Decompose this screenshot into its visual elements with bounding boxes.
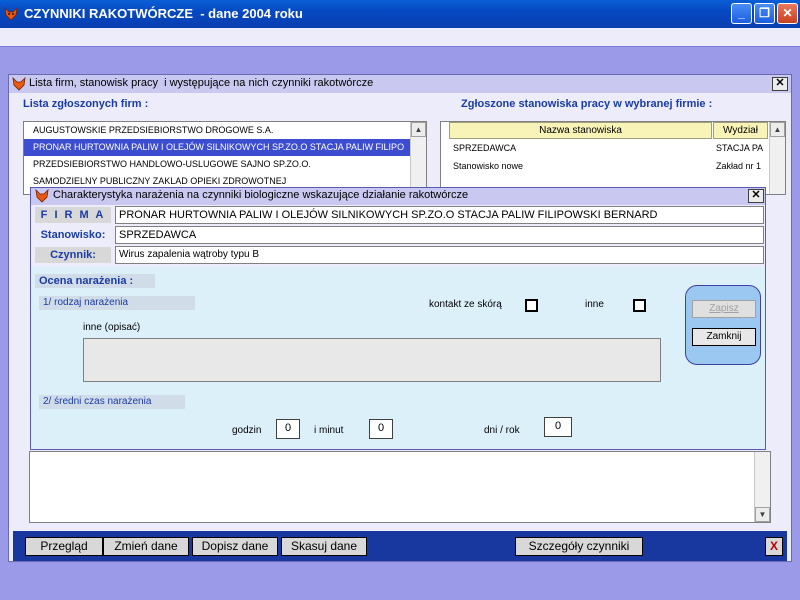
other-describe-textarea[interactable] [83,338,661,382]
fox-logo-icon [4,7,18,21]
minutes-input[interactable]: 0 [369,419,393,439]
avg-time-label: 2/ średni czas narażenia [39,395,185,409]
position-field[interactable]: SPRZEDAWCA [115,226,764,244]
firm-list-item[interactable]: PRZEDSIEBIORSTWO HANDLOWO-USLUGOWE SAJNO… [24,156,410,173]
menu-bar [0,28,800,46]
exposure-type-label: 1/ rodzaj narażenia [39,296,195,310]
menu-divider [0,46,800,47]
firma-label: F I R M A [35,207,111,223]
positions-table[interactable]: Nazwa stanowiska Wydział SPRZEDAWCA STAC… [440,121,786,195]
days-input[interactable]: 0 [544,417,572,437]
app-title: CZYNNIKI RAKOTWÓRCZE - dane 2004 roku [24,6,303,21]
exposure-dialog-close-button[interactable]: ✕ [748,189,764,203]
positions-label: Zgłoszone stanowiska pracy w wybranej fi… [461,98,713,110]
skin-contact-checkbox[interactable] [525,299,538,312]
days-label: dni / rok [484,425,520,436]
restore-button[interactable]: ❐ [754,3,775,24]
main-title-bar: CZYNNIKI RAKOTWÓRCZE - dane 2004 roku _ … [0,0,800,28]
skin-contact-label: kontakt ze skórą [429,299,502,310]
firm-list-label: Lista zgłoszonych firm : [23,98,149,110]
hours-input[interactable]: 0 [276,419,300,439]
preview-button[interactable]: Przegląd [25,537,103,556]
exposure-dialog-title-bar: Charakterystyka narażenia na czynniki bi… [31,188,765,205]
position-label: Stanowisko: [40,229,106,241]
add-data-button[interactable]: Dopisz dane [192,537,278,556]
position-name-cell[interactable]: SPRZEDAWCA [453,140,711,157]
firms-dialog-close-button[interactable]: ✕ [772,77,788,91]
exposure-dialog: Charakterystyka narażenia na czynniki bi… [30,187,766,450]
firm-list-item[interactable]: AUGUSTOWSKIE PRZEDSIEBIORSTWO DROGOWE S.… [24,122,410,139]
position-dept-cell[interactable]: STACJA PA [716,140,768,157]
exposure-header: F I R M A PRONAR HURTOWNIA PALIW I OLEJÓ… [31,205,765,267]
scroll-up-arrow-icon[interactable]: ▲ [411,122,426,137]
factors-grid[interactable]: ▼ [29,451,771,523]
action-bar: Przegląd Zmień dane Dopisz dane Skasuj d… [13,531,787,561]
exposure-dialog-title: Charakterystyka narażenia na czynniki bi… [53,189,469,201]
close-button[interactable]: Zamknij [692,328,756,346]
close-app-button[interactable]: ✕ [777,3,798,24]
column-header-department[interactable]: Wydział [713,122,768,139]
firma-field[interactable]: PRONAR HURTOWNIA PALIW I OLEJÓW SILNIKOW… [115,206,764,224]
scroll-down-arrow-icon[interactable]: ▼ [755,507,770,522]
position-name-cell[interactable]: Stanowisko nowe [453,158,711,175]
other-checkbox[interactable] [633,299,646,312]
firm-list[interactable]: AUGUSTOWSKIE PRZEDSIEBIORSTWO DROGOWE S.… [23,121,427,195]
position-dept-cell[interactable]: Zakład nr 1 [716,158,768,175]
firms-dialog-title-bar: Lista firm, stanowisk pracy i występując… [9,75,791,93]
close-x-button[interactable]: X [765,537,783,556]
assessment-label: Ocena narażenia : [35,274,155,288]
firm-list-scrollbar[interactable]: ▲ [410,122,426,194]
fox-logo-icon [12,77,26,91]
actions-group: Zapisz Zamknij [685,285,761,365]
minimize-button[interactable]: _ [731,3,752,24]
factor-field[interactable]: Wirus zapalenia wątroby typu B [115,246,764,264]
factor-label: Czynnik: [35,247,111,263]
positions-scrollbar[interactable]: ▲ [769,122,785,194]
change-data-button[interactable]: Zmień dane [103,537,189,556]
firm-list-item-selected[interactable]: PRONAR HURTOWNIA PALIW I OLEJÓW SILNIKOW… [24,139,410,156]
other-label: inne [585,299,604,310]
scroll-up-arrow-icon[interactable]: ▲ [770,122,785,137]
other-describe-label: inne (opisać) [83,322,141,333]
factor-details-button[interactable]: Szczegóły czynniki [515,537,643,556]
column-header-position[interactable]: Nazwa stanowiska [449,122,712,139]
delete-data-button[interactable]: Skasuj dane [281,537,367,556]
minutes-label: i minut [314,425,344,436]
hours-label: godzin [232,425,262,436]
fox-logo-icon [35,189,49,203]
factors-grid-scrollbar[interactable]: ▼ [754,452,770,522]
firms-dialog-title: Lista firm, stanowisk pracy i występując… [29,77,374,89]
save-button[interactable]: Zapisz [692,300,756,318]
